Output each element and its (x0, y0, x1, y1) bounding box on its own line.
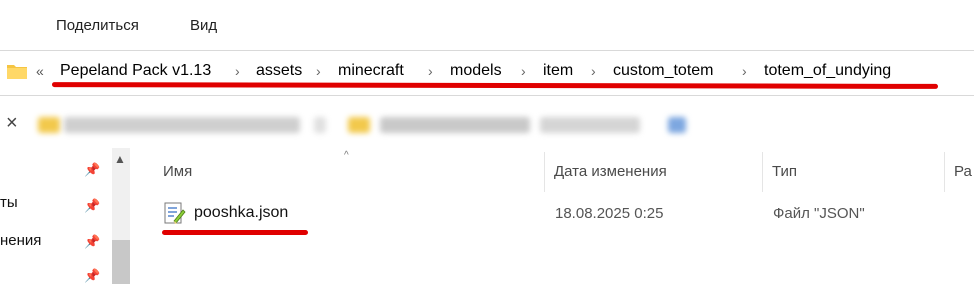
address-bar[interactable]: « Pepeland Pack v1.13 › assets › minecra… (0, 50, 974, 96)
column-divider[interactable] (762, 152, 763, 192)
breadcrumb-item[interactable]: item (543, 62, 573, 80)
blurred-folder-icon (348, 117, 370, 133)
breadcrumb-models[interactable]: models (450, 62, 502, 80)
menu-item-partial[interactable] (0, 17, 40, 35)
breadcrumb-pepeland-pack[interactable]: Pepeland Pack v1.13 (60, 62, 211, 80)
file-type: Файл "JSON" (773, 205, 865, 222)
breadcrumb-minecraft[interactable]: minecraft (338, 62, 404, 80)
pin-icon[interactable]: 📌 (84, 234, 100, 250)
blurred-add-icon (668, 117, 686, 133)
blurred-quick-item (64, 117, 300, 133)
column-header-row (130, 148, 974, 194)
file-date: 18.08.2025 0:25 (555, 205, 664, 222)
sort-caret-icon: ^ (344, 150, 349, 161)
folder-icon (7, 65, 27, 79)
blurred-quick-item (380, 117, 530, 133)
breadcrumb-separator-icon[interactable]: › (591, 63, 596, 79)
scroll-up-icon[interactable]: ▲ (114, 152, 126, 166)
menu-view[interactable]: Вид (190, 17, 217, 34)
highlight-underline-file (162, 230, 308, 235)
menu-share[interactable]: Поделиться (56, 17, 139, 34)
blurred-separator (314, 117, 326, 133)
pin-icon[interactable]: 📌 (84, 268, 100, 284)
pin-icon[interactable]: 📌 (84, 162, 100, 178)
column-header-type[interactable]: Тип (772, 163, 797, 180)
json-file-icon (164, 202, 186, 224)
navigation-pane: ты нения (0, 148, 130, 284)
file-name[interactable]: pooshka.json (194, 204, 288, 222)
breadcrumb-separator-icon[interactable]: › (742, 63, 747, 79)
breadcrumb-separator-icon[interactable]: › (428, 63, 433, 79)
scrollbar-thumb[interactable] (112, 240, 130, 284)
overflow-chevron-icon[interactable]: « (36, 63, 44, 79)
breadcrumb-assets[interactable]: assets (256, 62, 302, 80)
pin-icon[interactable]: 📌 (84, 198, 100, 214)
column-header-name[interactable]: Имя (163, 163, 192, 180)
breadcrumb-separator-icon[interactable]: › (235, 63, 240, 79)
blurred-quick-item (540, 117, 640, 133)
sidebar-item-label[interactable]: нения (0, 232, 41, 249)
column-header-date[interactable]: Дата изменения (554, 163, 667, 180)
column-divider[interactable] (944, 152, 945, 192)
breadcrumb-separator-icon[interactable]: › (521, 63, 526, 79)
column-header-size[interactable]: Ра (954, 163, 972, 180)
blurred-folder-icon (38, 117, 60, 133)
column-divider[interactable] (544, 152, 545, 192)
close-icon[interactable]: × (6, 112, 18, 135)
sidebar-item-label[interactable]: ты (0, 194, 18, 211)
breadcrumb-separator-icon[interactable]: › (316, 63, 321, 79)
menu-bar: Поделиться Вид (0, 0, 974, 46)
breadcrumb-totem-of-undying[interactable]: totem_of_undying (764, 62, 891, 80)
breadcrumb-custom-totem[interactable]: custom_totem (613, 62, 713, 80)
